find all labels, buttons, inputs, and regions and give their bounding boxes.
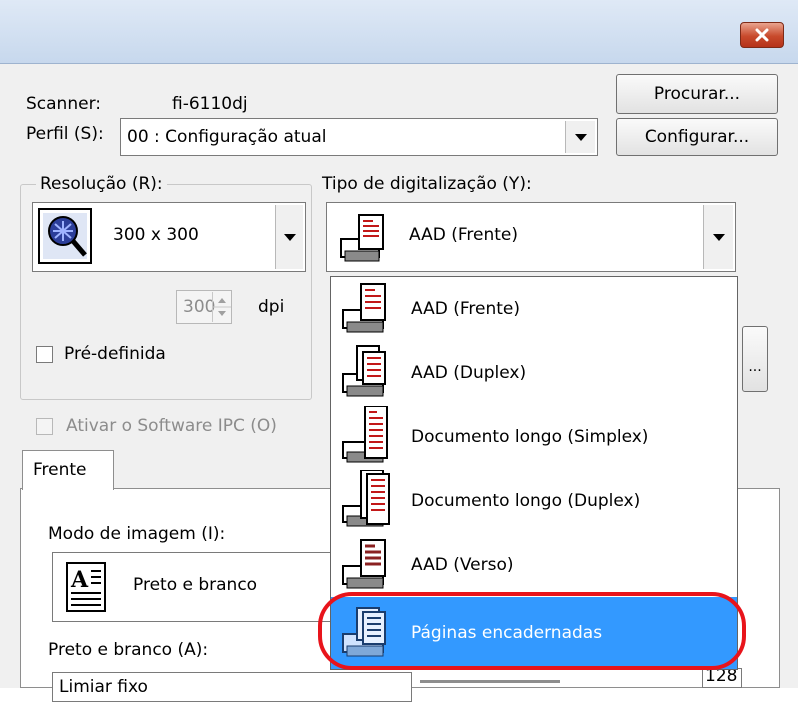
threshold-input[interactable]: 128 bbox=[702, 666, 742, 688]
tab-front[interactable]: Frente bbox=[22, 450, 114, 490]
adf-duplex-icon bbox=[342, 345, 386, 397]
more-options-button[interactable]: ... bbox=[742, 326, 768, 392]
option-label: Documento longo (Duplex) bbox=[411, 491, 641, 511]
document-bw-icon: A bbox=[66, 562, 106, 612]
configure-button[interactable]: Configurar... bbox=[616, 118, 778, 156]
close-button[interactable] bbox=[740, 22, 784, 48]
profile-dropdown-button[interactable] bbox=[565, 121, 595, 153]
option-label: AAD (Frente) bbox=[411, 299, 521, 319]
predefined-checkbox[interactable] bbox=[36, 346, 53, 363]
adf-front-icon bbox=[342, 283, 386, 333]
image-mode-label: Modo de imagem (I): bbox=[48, 524, 226, 544]
resolution-unit: dpi bbox=[258, 297, 285, 317]
profile-select[interactable]: 00 : Configuração atual bbox=[120, 118, 598, 156]
browse-button[interactable]: Procurar... bbox=[616, 74, 778, 114]
scan-type-option-long-simplex[interactable]: Documento longo (Simplex) bbox=[331, 405, 737, 469]
predefined-label: Pré-definida bbox=[64, 344, 166, 364]
adf-front-icon bbox=[340, 214, 384, 262]
option-label: Documento longo (Simplex) bbox=[411, 427, 649, 447]
profile-label: Perfil (S): bbox=[26, 124, 104, 144]
scan-type-option-adf-duplex[interactable]: AAD (Duplex) bbox=[331, 341, 737, 405]
profile-value: 00 : Configuração atual bbox=[127, 127, 327, 147]
resolution-magnifier-icon bbox=[38, 208, 92, 264]
resolution-dropdown-button[interactable] bbox=[275, 205, 303, 269]
scan-type-select[interactable]: AAD (Frente) bbox=[326, 202, 736, 272]
bw-label: Preto e branco (A): bbox=[48, 640, 209, 660]
scanner-value: fi-6110dj bbox=[172, 94, 248, 114]
long-document-duplex-icon bbox=[342, 470, 390, 527]
image-mode-value: Preto e branco bbox=[133, 575, 258, 595]
scan-type-value: AAD (Frente) bbox=[409, 225, 519, 245]
scan-type-option-adf-front[interactable]: AAD (Frente) bbox=[331, 277, 737, 341]
resolution-select[interactable]: 300 x 300 bbox=[32, 202, 306, 272]
resolution-custom-value: 300 bbox=[183, 297, 216, 317]
option-label: AAD (Verso) bbox=[411, 555, 514, 575]
chevron-down-icon bbox=[283, 233, 296, 241]
long-document-simplex-icon bbox=[342, 406, 388, 463]
close-icon bbox=[755, 28, 769, 42]
resolution-spinner[interactable] bbox=[212, 292, 231, 322]
scan-type-label: Tipo de digitalização (Y): bbox=[322, 174, 532, 194]
image-mode-select[interactable]: A Preto e branco bbox=[52, 552, 352, 622]
tab-front-join bbox=[23, 487, 113, 490]
scanner-label: Scanner: bbox=[26, 94, 101, 114]
scanner-settings-dialog: Scanner: fi-6110dj Procurar... Perfil (S… bbox=[0, 0, 798, 702]
spinner-arrows-icon bbox=[213, 298, 231, 316]
scan-type-dropdown-button[interactable] bbox=[703, 205, 733, 269]
chevron-down-icon bbox=[712, 233, 725, 241]
svg-text:A: A bbox=[70, 567, 89, 593]
adf-back-icon bbox=[342, 539, 386, 589]
bw-select[interactable]: Limiar fixo bbox=[52, 672, 412, 702]
scan-type-option-adf-back[interactable]: AAD (Verso) bbox=[331, 533, 737, 597]
threshold-slider-track[interactable] bbox=[420, 680, 560, 683]
ipc-label: Ativar o Software IPC (O) bbox=[66, 416, 277, 436]
resolution-custom-input[interactable]: 300 bbox=[176, 290, 232, 324]
resolution-value: 300 x 300 bbox=[113, 225, 199, 245]
title-bar bbox=[0, 0, 798, 64]
chevron-down-icon bbox=[574, 133, 587, 141]
option-label: AAD (Duplex) bbox=[411, 363, 527, 383]
more-options-label: ... bbox=[748, 359, 762, 375]
ipc-checkbox[interactable] bbox=[36, 418, 53, 435]
bw-value: Limiar fixo bbox=[59, 677, 148, 697]
highlight-ring bbox=[318, 592, 746, 670]
scan-type-option-long-duplex[interactable]: Documento longo (Duplex) bbox=[331, 469, 737, 533]
resolution-group-label: Resolução (R): bbox=[36, 174, 167, 194]
tab-front-label: Frente bbox=[33, 460, 87, 480]
